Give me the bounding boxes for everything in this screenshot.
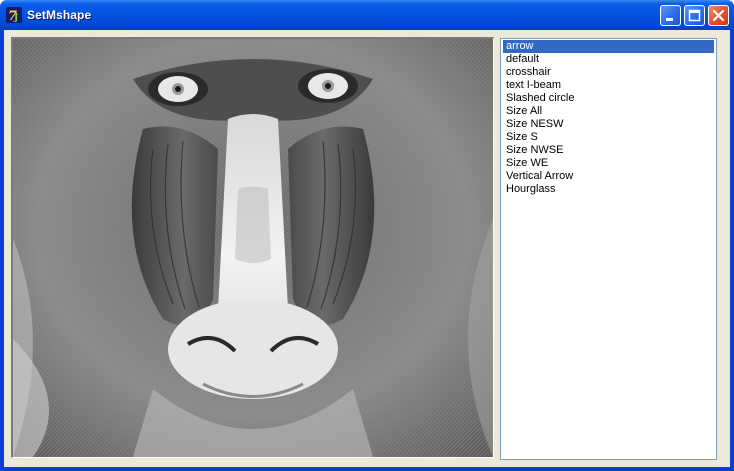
cursor-shape-listbox[interactable]: arrow default crosshair text I-beam Slas… <box>500 38 717 460</box>
mandrill-image <box>13 39 493 457</box>
app-window: 7 J SetMshape arrow default crosshair te… <box>0 0 734 471</box>
list-item[interactable]: Vertical Arrow <box>503 170 714 183</box>
list-item[interactable]: Size S <box>503 131 714 144</box>
list-item[interactable]: Size NESW <box>503 118 714 131</box>
client-area: arrow default crosshair text I-beam Slas… <box>4 30 730 467</box>
close-button[interactable] <box>708 5 729 26</box>
list-item[interactable]: arrow <box>503 40 714 53</box>
minimize-icon <box>666 18 673 21</box>
minimize-button[interactable] <box>660 5 681 26</box>
title-bar[interactable]: 7 J SetMshape <box>0 0 734 30</box>
list-item[interactable]: Size All <box>503 105 714 118</box>
close-icon <box>712 9 725 22</box>
app-logo-icon[interactable]: 7 J <box>5 6 23 24</box>
list-item[interactable]: Size NWSE <box>503 144 714 157</box>
list-item[interactable]: crosshair <box>503 66 714 79</box>
maximize-button[interactable] <box>684 5 705 26</box>
mandrill-picture[interactable] <box>11 37 494 458</box>
window-title: SetMshape <box>27 8 92 22</box>
svg-text:J: J <box>13 13 18 23</box>
list-item[interactable]: Hourglass <box>503 183 714 196</box>
list-item[interactable]: text I-beam <box>503 79 714 92</box>
list-item[interactable]: Size WE <box>503 157 714 170</box>
list-item[interactable]: Slashed circle <box>503 92 714 105</box>
maximize-icon <box>688 9 701 22</box>
list-item[interactable]: default <box>503 53 714 66</box>
